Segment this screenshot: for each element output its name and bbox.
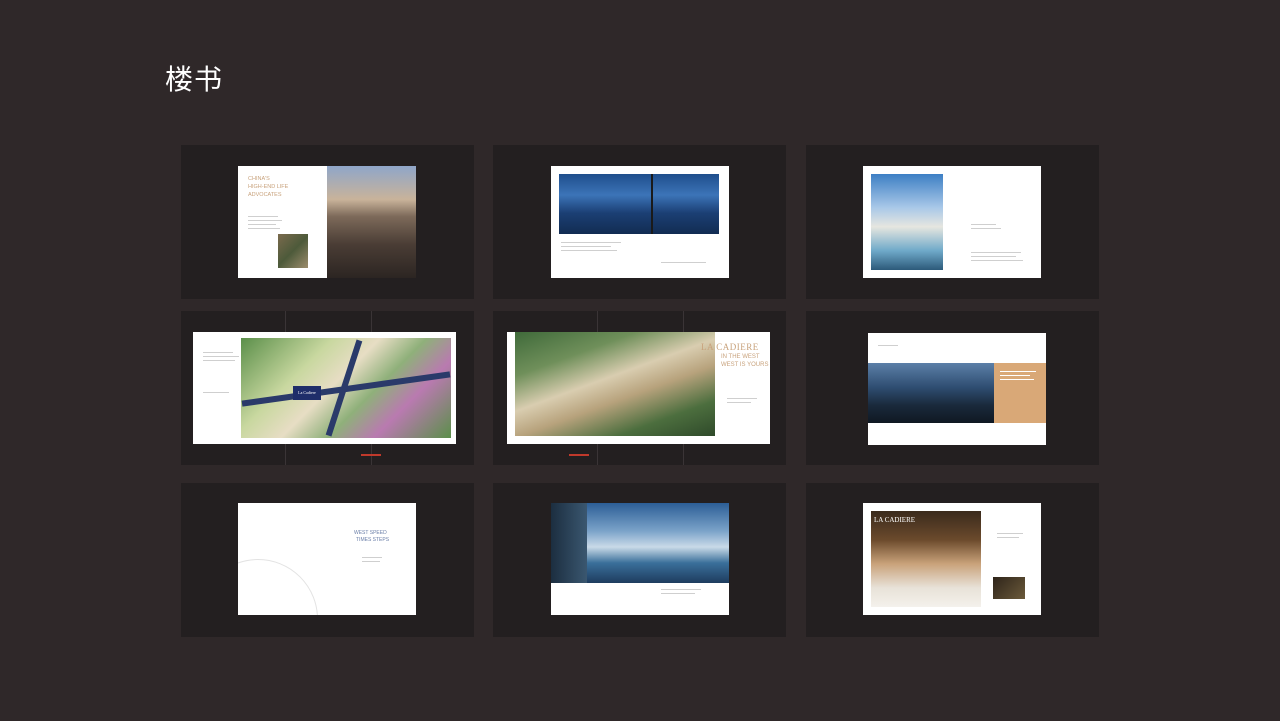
pool-villa-photo (871, 174, 943, 270)
spread-panel-8[interactable] (493, 483, 786, 637)
couple-dining-photo (871, 511, 981, 607)
skyline-night-photo (559, 174, 719, 234)
brochure-spread: WEST SPEED TIMES STEPS (238, 503, 416, 615)
brochure-spread (863, 166, 1041, 278)
aerial-rendering (515, 332, 715, 436)
skyline-dining-photo (868, 363, 994, 423)
spread-panel-2[interactable] (493, 145, 786, 299)
spread-headline-line-1: WEST SPEED (354, 530, 387, 536)
spread-headline-line-1: IN THE WEST (721, 354, 760, 360)
garden-photo (278, 234, 308, 268)
brochure-spread (551, 503, 729, 615)
brand-name: LA CADIERE (701, 342, 759, 352)
spread-panel-6[interactable] (806, 311, 1099, 465)
spread-panel-1[interactable]: CHINA'S HIGH-END LIFE ADVOCATES (181, 145, 474, 299)
brochure-spread: LA CADIERE (863, 503, 1041, 615)
city-evening-photo (327, 166, 416, 278)
brochure-spread: LA CADIERE IN THE WEST WEST IS YOURS (507, 332, 770, 444)
spread-headline-line-2: TIMES STEPS (356, 537, 390, 543)
map-logo: La Cadiere (293, 386, 321, 400)
page-title: 楼书 (165, 63, 224, 96)
brochure-spread (868, 333, 1046, 445)
spread-panel-9[interactable]: LA CADIERE (806, 483, 1099, 637)
restaurant-thumbnail (993, 577, 1025, 599)
spread-headline-line-2: WEST IS YOURS (721, 362, 769, 368)
spread-panel-5[interactable]: LA CADIERE IN THE WEST WEST IS YOURS (493, 311, 786, 465)
spread-headline-line-2: HIGH-END LIFE (248, 184, 289, 190)
brochure-spread (551, 166, 729, 278)
illustrated-map: La Cadiere (241, 338, 451, 438)
accent-block (994, 363, 1046, 423)
spread-headline-line-1: CHINA'S (248, 176, 270, 182)
brochure-spread: La Cadiere (193, 332, 456, 444)
brochure-spread: CHINA'S HIGH-END LIFE ADVOCATES (238, 166, 416, 278)
spread-panel-4[interactable]: La Cadiere (181, 311, 474, 465)
brand-name: LA CADIERE (874, 516, 916, 524)
spread-panel-3[interactable] (806, 145, 1099, 299)
spread-headline-line-3: ADVOCATES (248, 192, 282, 198)
spread-panel-7[interactable]: WEST SPEED TIMES STEPS (181, 483, 474, 637)
